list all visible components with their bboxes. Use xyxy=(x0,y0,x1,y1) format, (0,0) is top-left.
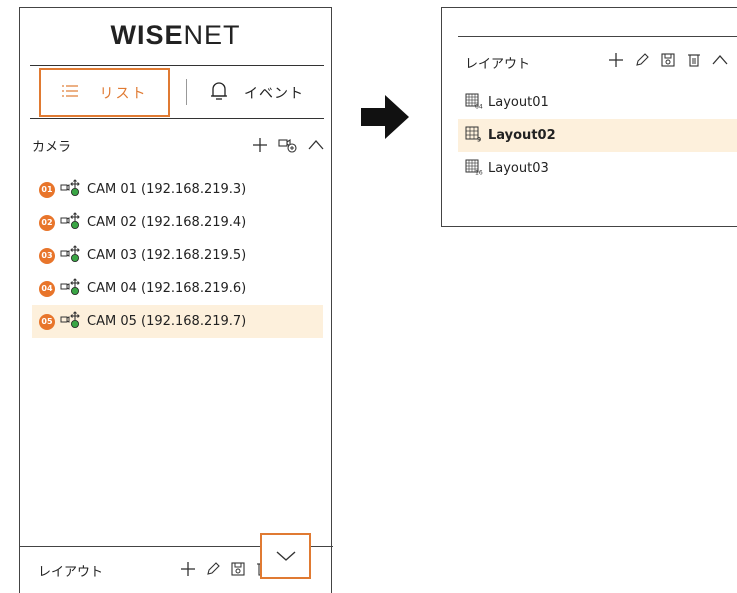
camera-label: CAM 04 (192.168.219.6) xyxy=(87,281,247,296)
layout-row-selected[interactable]: 9 Layout02 xyxy=(458,119,737,152)
camera-list: 01 CAM 01 (192.168.219.3) 02 CAM 02 (192… xyxy=(32,173,323,338)
grid-layout-icon: 64 xyxy=(465,93,483,113)
camera-label: CAM 03 (192.168.219.5) xyxy=(87,248,247,263)
camera-section-title: カメラ xyxy=(32,139,72,155)
add-camera-button[interactable] xyxy=(252,137,268,153)
layout-row[interactable]: 64 Layout01 xyxy=(458,86,737,119)
add-layout-button[interactable] xyxy=(608,52,624,68)
layout-section-title: レイアウト xyxy=(465,56,531,72)
camera-section-header: カメラ xyxy=(32,133,324,157)
tab-divider xyxy=(186,79,187,105)
tab-list-label: リスト xyxy=(99,85,148,102)
svg-text:16: 16 xyxy=(475,169,483,175)
layout-label: Layout02 xyxy=(488,128,556,143)
save-layout-button[interactable] xyxy=(660,52,676,68)
layout-section-header: レイアウト xyxy=(465,50,737,74)
camera-ptz-icon xyxy=(60,211,82,234)
layout-row[interactable]: 16 Layout03 xyxy=(458,152,737,185)
edit-icon xyxy=(207,562,220,575)
delete-layout-button[interactable] xyxy=(686,52,702,68)
camera-ptz-icon xyxy=(60,310,82,333)
camera-number-badge: 01 xyxy=(39,181,55,198)
camera-add-icon xyxy=(278,138,297,153)
add-layout-button[interactable] xyxy=(180,561,196,577)
collapse-camera-button[interactable] xyxy=(308,138,324,152)
save-icon xyxy=(231,562,245,576)
camera-row-selected[interactable]: 05 CAM 05 (192.168.219.7) xyxy=(32,305,323,338)
grid-layout-icon: 16 xyxy=(465,159,483,179)
divider xyxy=(458,36,737,37)
layout-section-title: レイアウト xyxy=(38,565,104,580)
camera-number-badge: 04 xyxy=(39,280,55,297)
edit-layout-button[interactable] xyxy=(205,561,221,577)
svg-text:64: 64 xyxy=(475,103,483,109)
camera-label: CAM 05 (192.168.219.7) xyxy=(87,314,247,329)
tab-bar: リスト イベント xyxy=(30,65,324,119)
camera-ptz-icon xyxy=(60,178,82,201)
camera-row[interactable]: 04 CAM 04 (192.168.219.6) xyxy=(32,272,323,305)
bell-icon xyxy=(210,81,228,104)
camera-row[interactable]: 02 CAM 02 (192.168.219.4) xyxy=(32,206,323,239)
layout-panel-expanded: レイアウト 64 Layout01 9 Layout02 16 Layout03 xyxy=(441,7,737,227)
list-icon xyxy=(61,83,78,102)
wisenet-logo: WISENET xyxy=(110,20,241,50)
add-icon xyxy=(609,53,623,67)
camera-number-badge: 05 xyxy=(39,313,55,330)
add-icon xyxy=(253,138,267,152)
camera-ptz-icon xyxy=(60,244,82,267)
camera-ptz-icon xyxy=(60,277,82,300)
chevron-up-icon xyxy=(308,140,324,150)
edit-layout-button[interactable] xyxy=(634,52,650,68)
tab-event[interactable]: イベント xyxy=(198,68,316,117)
grid-layout-icon: 9 xyxy=(465,126,483,146)
camera-number-badge: 03 xyxy=(39,247,55,264)
svg-text:9: 9 xyxy=(477,136,481,142)
layout-list: 64 Layout01 9 Layout02 16 Layout03 xyxy=(458,86,737,185)
delete-icon xyxy=(688,54,700,67)
layout-label: Layout01 xyxy=(488,95,549,110)
save-layout-button[interactable] xyxy=(230,561,246,577)
add-icon xyxy=(181,562,195,576)
tab-list[interactable]: リスト xyxy=(39,68,170,117)
chevron-up-icon xyxy=(712,55,728,65)
layout-label: Layout03 xyxy=(488,161,549,176)
right-arrow-icon xyxy=(361,95,409,143)
save-icon xyxy=(661,53,675,67)
camera-add-button[interactable] xyxy=(278,137,298,153)
collapse-layout-button[interactable] xyxy=(712,53,728,67)
camera-row[interactable]: 03 CAM 03 (192.168.219.5) xyxy=(32,239,323,272)
side-panel: WISENET リスト イベント カメラ 01 CAM 01 (192.168.… xyxy=(19,7,333,593)
camera-label: CAM 01 (192.168.219.3) xyxy=(87,182,247,197)
edit-icon xyxy=(636,53,649,66)
camera-label: CAM 02 (192.168.219.4) xyxy=(87,215,247,230)
chevron-down-icon xyxy=(276,551,295,561)
tab-event-label: イベント xyxy=(244,85,304,102)
camera-row[interactable]: 01 CAM 01 (192.168.219.3) xyxy=(32,173,323,206)
camera-number-badge: 02 xyxy=(39,214,55,231)
expand-layout-button[interactable] xyxy=(260,533,311,579)
